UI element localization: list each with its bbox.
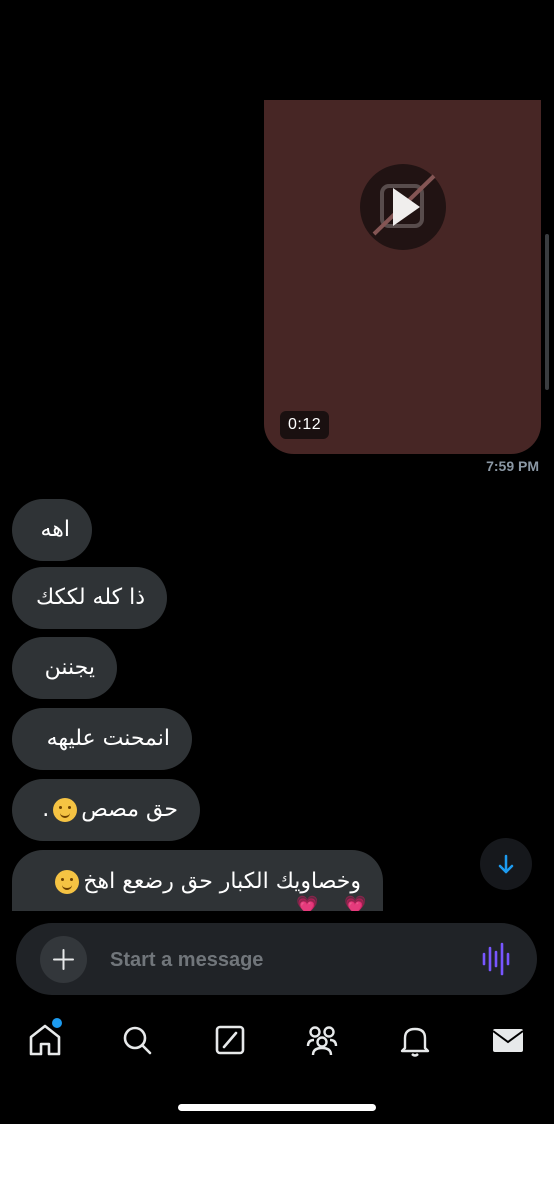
message-text: وخصاويك الكبار حق رضعع اهخ xyxy=(83,869,361,894)
message-thread: 0:12 7:59 PM اهه ذا كله لككك يجننن انمحن… xyxy=(0,0,554,911)
message-text: حق مصص xyxy=(81,797,178,822)
received-message[interactable]: انمحنت عليهه xyxy=(12,708,192,770)
received-message[interactable]: حق مصص. xyxy=(12,779,200,841)
received-message[interactable]: ذا كله لككك xyxy=(12,567,167,629)
smiling-emoji-icon xyxy=(55,870,80,894)
communities-icon xyxy=(306,1026,338,1056)
message-text: ذا كله لككك xyxy=(36,585,145,610)
message-text: انمحنت عليهه xyxy=(46,726,170,751)
video-duration: 0:12 xyxy=(280,411,330,439)
add-attachment-button[interactable] xyxy=(40,936,87,983)
message-suffix: . xyxy=(42,797,50,822)
scrollbar[interactable] xyxy=(545,234,549,390)
play-icon xyxy=(372,174,436,236)
nav-communities[interactable] xyxy=(302,1020,342,1060)
bottom-margin xyxy=(0,1124,554,1200)
nav-grok[interactable] xyxy=(210,1020,250,1060)
notification-dot xyxy=(52,1018,62,1028)
arrow-down-icon xyxy=(498,854,514,874)
message-text: يجننن xyxy=(44,655,95,680)
message-input[interactable] xyxy=(110,940,460,980)
app-screen: 0:12 7:59 PM اهه ذا كله لككك يجننن انمحن… xyxy=(0,0,554,1124)
received-message[interactable]: يجننن xyxy=(12,637,117,699)
nav-messages[interactable] xyxy=(488,1020,528,1060)
nav-search[interactable] xyxy=(117,1020,157,1060)
home-indicator[interactable] xyxy=(178,1104,376,1111)
notifications-icon xyxy=(400,1027,430,1057)
grok-icon xyxy=(215,1025,245,1055)
received-message[interactable]: اهه xyxy=(12,499,92,561)
message-timestamp: 7:59 PM xyxy=(486,458,539,474)
waveform-icon xyxy=(482,942,510,976)
messages-icon xyxy=(492,1029,524,1052)
shushing-emoji-icon xyxy=(53,798,78,822)
plus-icon xyxy=(53,949,74,970)
play-button[interactable] xyxy=(360,164,446,250)
video-message[interactable] xyxy=(264,100,541,454)
message-text: اهه xyxy=(40,517,70,542)
scroll-to-bottom-button[interactable] xyxy=(480,838,532,890)
nav-notifications[interactable] xyxy=(395,1020,435,1060)
voice-message-button[interactable] xyxy=(480,940,514,978)
hearts-emoji: 💗 💗 xyxy=(296,895,377,911)
search-icon xyxy=(123,1026,152,1055)
